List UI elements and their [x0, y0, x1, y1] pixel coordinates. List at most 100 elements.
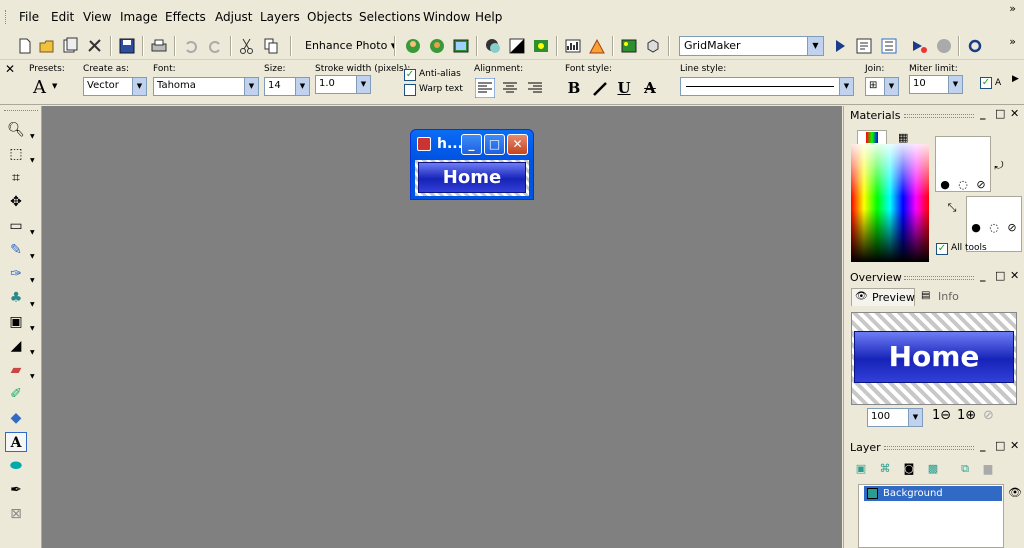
align-center-icon[interactable] — [500, 78, 520, 98]
swatches-tab[interactable]: ▦ — [889, 130, 919, 145]
anti-alias-checkbox[interactable]: ✓ — [404, 69, 416, 81]
warp-text-checkbox[interactable] — [404, 84, 416, 96]
duplicate-layer-icon[interactable]: ⧉ — [958, 462, 972, 476]
italic-icon[interactable] — [590, 79, 610, 99]
bold-button[interactable]: B — [563, 77, 585, 99]
line-style-select[interactable]: ▼ — [680, 77, 854, 96]
bg-gradient-mode-icon[interactable]: ◌ — [987, 221, 1001, 235]
minimize-panel-icon[interactable]: _ — [980, 269, 986, 282]
all-tools-checkbox[interactable]: ✓ — [936, 243, 948, 255]
layer-visibility-icon[interactable]: 👁︎ — [1008, 486, 1022, 499]
dropper-tool[interactable]: ✎ ▼ — [5, 240, 35, 260]
toolbar-more-icon[interactable]: » — [1009, 35, 1016, 48]
menu-edit[interactable]: Edit — [51, 10, 74, 24]
maximize-button[interactable]: □ — [484, 134, 505, 155]
enhance-photo-menu[interactable]: Enhance Photo ▾ — [305, 39, 396, 52]
overview-preview[interactable]: Home — [851, 312, 1017, 405]
pen-tool[interactable]: ✒ — [5, 480, 27, 500]
minimize-panel-icon[interactable]: _ — [980, 439, 986, 452]
menu-file[interactable]: File — [19, 10, 39, 24]
menu-window[interactable]: Window — [423, 10, 470, 24]
close-button[interactable]: ✕ — [507, 134, 528, 155]
new-raster-layer-icon[interactable]: ▣ — [854, 462, 868, 476]
save-icon[interactable] — [118, 37, 136, 55]
image-window[interactable]: h... _ □ ✕ Home — [410, 129, 534, 200]
record-script-icon[interactable] — [910, 37, 928, 55]
menu-selections[interactable]: Selections — [359, 10, 421, 24]
preset-shape-tool[interactable]: ⬬ — [5, 456, 27, 476]
zoom-in-icon[interactable]: 1⊕ — [957, 408, 976, 423]
zoom-tool[interactable]: 🔍︎ ▼ — [5, 120, 35, 140]
stop-script-icon[interactable] — [966, 37, 984, 55]
browse-icon[interactable] — [61, 37, 79, 55]
delete-layer-icon[interactable]: ▆ — [981, 462, 995, 476]
menu-view[interactable]: View — [83, 10, 111, 24]
paint-brush-tool[interactable]: ✑ ▼ — [5, 264, 35, 284]
print-icon[interactable] — [150, 37, 168, 55]
script-select[interactable]: GridMaker ▼ — [679, 36, 824, 56]
presets-dropdown-icon[interactable]: ▼ — [52, 82, 57, 90]
text-tool[interactable]: A — [5, 432, 27, 452]
menu-help[interactable]: Help — [475, 10, 502, 24]
scratch-remover-tool[interactable]: ▣ ▼ — [5, 312, 34, 332]
dodge-tool[interactable]: ◢ ▼ — [5, 336, 35, 356]
image-window-titlebar[interactable]: h... _ □ ✕ — [411, 130, 533, 158]
menu-objects[interactable]: Objects — [307, 10, 352, 24]
font-select[interactable]: Tahoma ▼ — [153, 77, 259, 96]
close-panel-icon[interactable]: ✕ — [1010, 269, 1019, 282]
menu-effects[interactable]: Effects — [165, 10, 206, 24]
restore-panel-icon[interactable]: □ — [995, 439, 1005, 452]
image-effects-icon[interactable] — [620, 37, 638, 55]
crop-tool[interactable]: ⌗ — [5, 168, 27, 188]
align-left-icon[interactable] — [475, 78, 495, 98]
swap-colors-icon[interactable]: ⤾ — [992, 159, 1006, 173]
redo-icon[interactable] — [206, 37, 224, 55]
zoom-out-icon[interactable]: 1⊖ — [932, 408, 951, 423]
rect-select-tool[interactable]: ▭ ▼ — [5, 216, 34, 236]
fill-flash-icon[interactable] — [532, 37, 550, 55]
layer-row-background[interactable]: Background — [864, 486, 1002, 501]
menu-adjust[interactable]: Adjust — [215, 10, 253, 24]
color-replace-icon[interactable] — [484, 37, 502, 55]
frame-tab[interactable] — [857, 130, 887, 145]
close-panel-icon[interactable]: ✕ — [1010, 107, 1019, 120]
new-vector-layer-icon[interactable]: ⌘ — [878, 462, 892, 476]
picture-frame-icon[interactable] — [452, 37, 470, 55]
levels-icon[interactable] — [588, 37, 606, 55]
histogram-icon[interactable] — [564, 37, 582, 55]
size-select[interactable]: 14 ▼ — [264, 77, 310, 96]
tab-preview[interactable]: 👁︎ Preview — [851, 288, 915, 306]
stroke-width-spinner[interactable]: 1.0 ▼ — [315, 75, 371, 94]
undo-icon[interactable] — [182, 37, 200, 55]
script-toggle-icon[interactable] — [880, 37, 898, 55]
bg-color-mode-icon[interactable]: ● — [969, 221, 983, 235]
close-panel-icon[interactable]: ✕ — [1010, 439, 1019, 452]
warp-brush-tool[interactable]: ⊠ — [5, 504, 27, 524]
restore-panel-icon[interactable]: □ — [995, 269, 1005, 282]
gradient-mode-icon[interactable]: ◌ — [956, 178, 970, 192]
tab-info[interactable]: ▤ Info — [918, 288, 968, 306]
underline-button[interactable]: U — [613, 77, 635, 99]
minimize-panel-icon[interactable]: _ — [980, 107, 986, 120]
join-select[interactable]: ⊞ ▼ — [865, 77, 899, 96]
presets-text-icon[interactable]: A — [33, 77, 46, 98]
edit-script-icon[interactable] — [855, 37, 873, 55]
new-adjustment-layer-icon[interactable]: ▩ — [926, 462, 940, 476]
strikethrough-button[interactable]: A — [639, 77, 661, 99]
picture-tube-tool[interactable]: ✐ — [5, 384, 27, 404]
color-mode-icon[interactable]: ● — [938, 178, 952, 192]
create-as-select[interactable]: Vector ▼ — [83, 77, 147, 96]
zoom-actual-icon[interactable]: ⊘ — [983, 408, 994, 423]
color-spectrum[interactable] — [851, 144, 929, 262]
menu-layers[interactable]: Layers — [260, 10, 300, 24]
retouch-icon[interactable] — [428, 37, 446, 55]
clone-tool[interactable]: ♣ ▼ — [5, 288, 35, 308]
eraser-tool[interactable]: ▰ ▼ — [5, 360, 35, 380]
restore-panel-icon[interactable]: □ — [995, 107, 1005, 120]
menu-more-icon[interactable]: » — [1009, 2, 1016, 15]
contrast-icon[interactable] — [508, 37, 526, 55]
new-mask-layer-icon[interactable]: ◙ — [902, 462, 916, 476]
copy-icon[interactable] — [262, 37, 280, 55]
transparent-mode-icon[interactable]: ⊘ — [974, 178, 988, 192]
zoom-spinner[interactable]: 100 ▼ — [867, 408, 923, 427]
